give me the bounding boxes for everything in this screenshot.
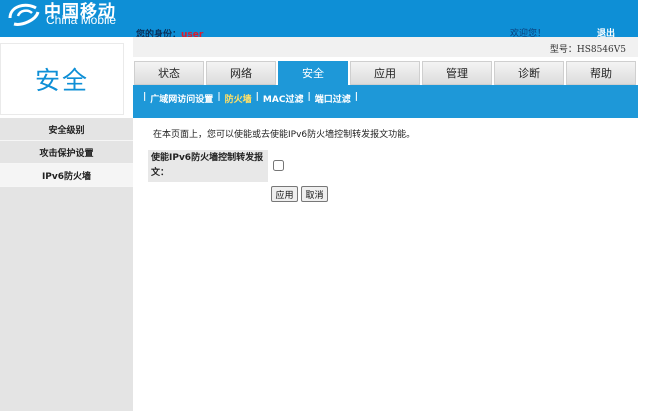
apply-button[interactable]: 应用 [271, 186, 298, 202]
subnav-item-mac-filter[interactable]: MAC过滤 [263, 92, 304, 105]
tab-diagnosis[interactable]: 诊断 [494, 61, 564, 85]
ipv6-firewall-enable-checkbox[interactable] [273, 160, 284, 171]
device-model: 型号：HS8546V5 [549, 45, 626, 55]
sidebar-item-attack-protection[interactable]: 攻击保护设置 [0, 141, 133, 164]
tab-management[interactable]: 管理 [422, 61, 492, 85]
subnav-separator: | [143, 92, 147, 102]
subnav-separator: | [354, 92, 359, 102]
subnav-item-port-filter[interactable]: 端口过滤 [315, 92, 351, 105]
subnav-separator: | [255, 92, 259, 102]
cancel-button[interactable]: 取消 [301, 186, 328, 202]
sidebar-item-ipv6-firewall[interactable]: IPv6防火墙 [0, 164, 133, 187]
logo-text-en: China Mobile [46, 13, 117, 27]
section-title: 安全 [0, 43, 124, 115]
subnav-separator: | [307, 92, 311, 102]
main-tabs: 状态 网络 安全 应用 管理 诊断 帮助 [134, 61, 638, 85]
tab-application[interactable]: 应用 [350, 61, 420, 85]
top-banner: 中国移动 China Mobile 您的身份：user 欢迎您！ 退出 [0, 0, 638, 40]
page-description: 在本页面上，您可以使能或去使能IPv6防火墙控制转发报文功能。 [153, 130, 416, 140]
china-mobile-logo-icon [8, 3, 40, 26]
model-strip: 型号：HS8546V5 [133, 37, 638, 57]
subnav-item-firewall[interactable]: 防火墙 [225, 92, 252, 105]
sidebar: 安全级别 攻击保护设置 IPv6防火墙 [0, 118, 133, 411]
tab-security[interactable]: 安全 [278, 61, 348, 85]
subnav-separator: | [217, 92, 221, 102]
subnav-item-wan-access[interactable]: 广域网访问设置 [150, 92, 213, 105]
china-mobile-logo: 中国移动 China Mobile [6, 0, 136, 37]
sidebar-item-security-level[interactable]: 安全级别 [0, 118, 133, 141]
tab-network[interactable]: 网络 [206, 61, 276, 85]
tab-help[interactable]: 帮助 [566, 61, 636, 85]
ipv6-firewall-enable-label: 使能IPv6防火墙控制转发报文： [148, 150, 268, 182]
tab-status[interactable]: 状态 [134, 61, 204, 85]
sub-navigation: | 广域网访问设置 | 防火墙 | MAC过滤 | 端口过滤 | [133, 85, 638, 118]
